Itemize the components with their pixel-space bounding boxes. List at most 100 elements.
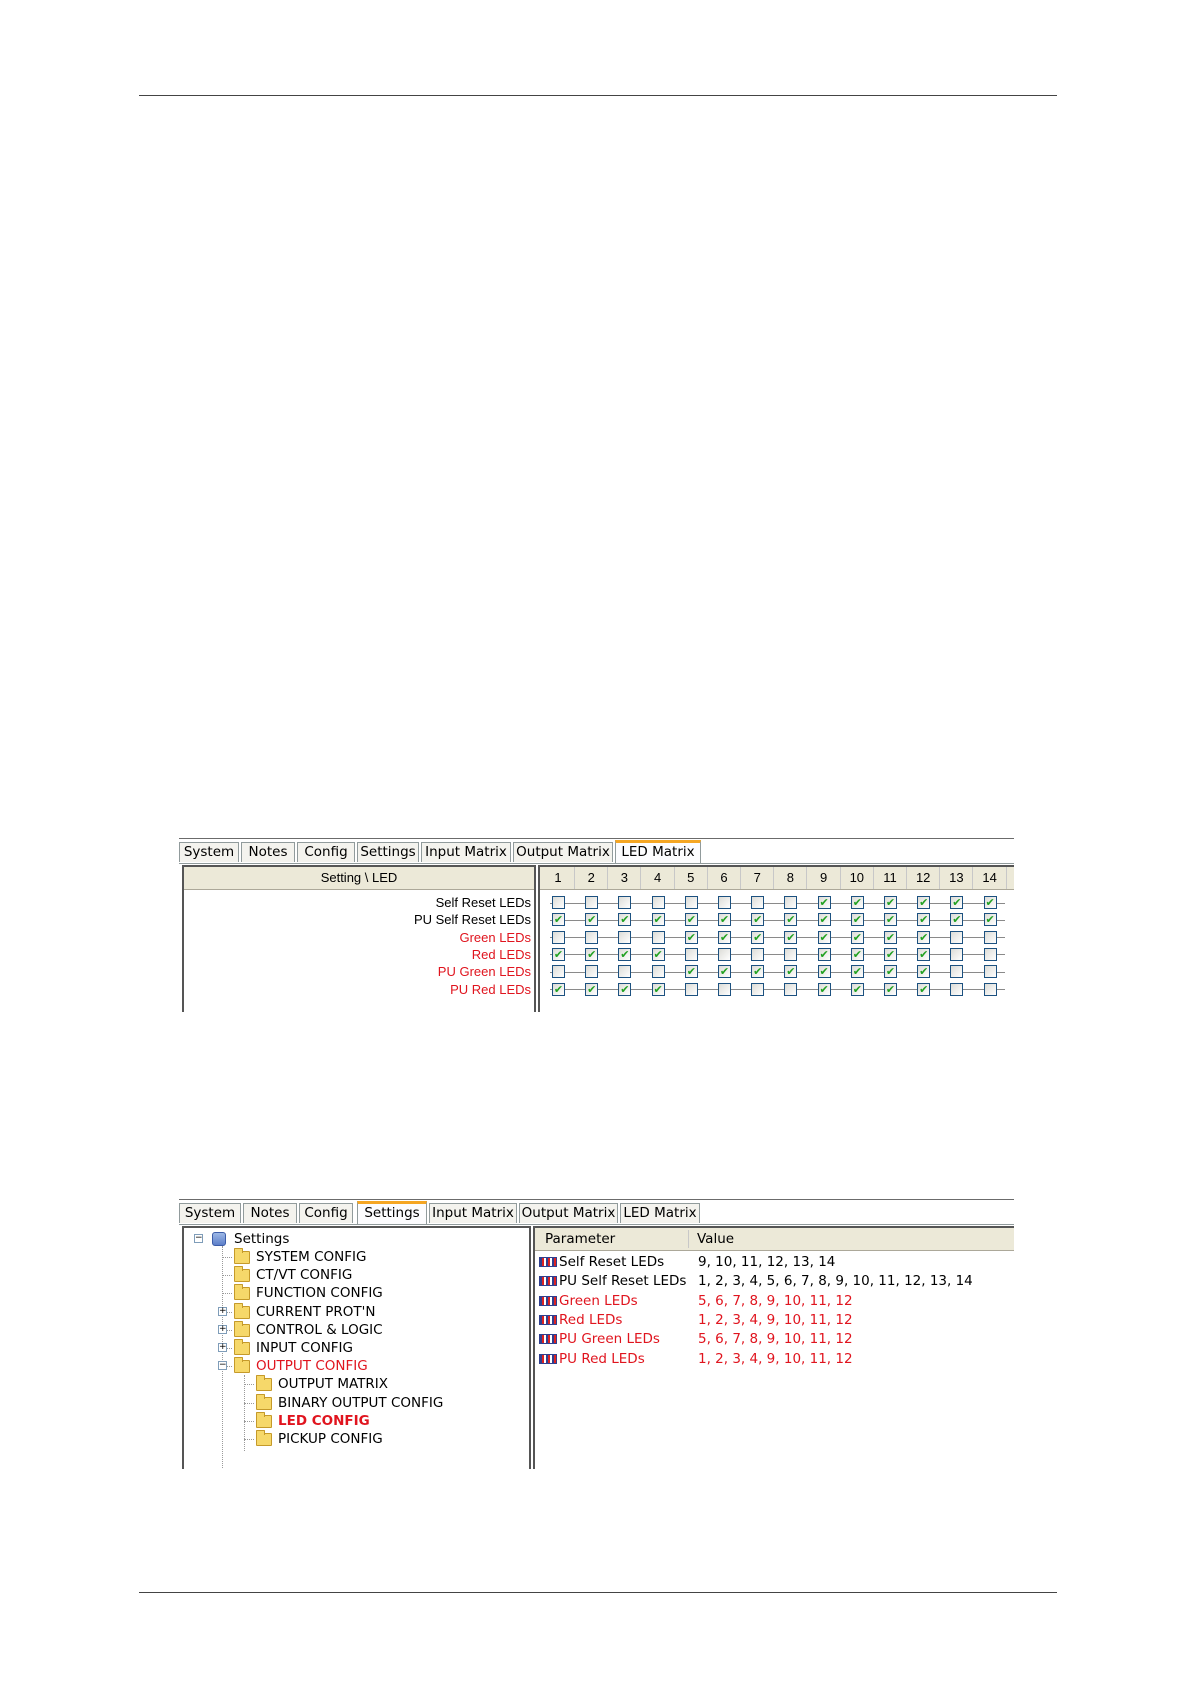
tree-item-function-config[interactable]: FUNCTION CONFIG [184,1284,524,1302]
led-checkbox[interactable]: ✔ [718,965,731,979]
led-checkbox[interactable] [718,947,731,961]
param-row-pu-green-leds[interactable]: PU Green LEDs 5, 6, 7, 8, 9, 10, 11, 12 [535,1329,1014,1349]
led-checkbox[interactable]: ✔ [983,896,997,909]
led-checkbox[interactable]: ✔ [585,982,599,996]
tree-item-output-matrix[interactable]: OUTPUT MATRIX [184,1375,524,1393]
led-checkbox[interactable] [618,930,632,944]
column-header-led-2[interactable]: 2 [575,867,609,889]
tree-item-system-config[interactable]: SYSTEM CONFIG [184,1248,524,1266]
led-checkbox[interactable] [651,965,665,979]
column-header-led-13[interactable]: 13 [940,867,974,889]
led-checkbox[interactable]: ✔ [817,982,831,996]
led-checkbox[interactable]: ✔ [850,947,864,961]
tab-input-matrix[interactable]: Input Matrix [421,842,511,862]
led-checkbox[interactable]: ✔ [884,947,897,961]
led-checkbox[interactable]: ✔ [850,982,864,996]
param-row-pu-red-leds[interactable]: PU Red LEDs 1, 2, 3, 4, 9, 10, 11, 12 [535,1349,1014,1369]
led-checkbox[interactable]: ✔ [751,913,765,927]
led-checkbox[interactable]: ✔ [784,965,798,979]
tab-notes[interactable]: Notes [241,842,295,862]
tab-system[interactable]: System [179,1203,241,1223]
tab-system[interactable]: System [179,842,239,862]
led-checkbox[interactable]: ✔ [651,947,665,961]
param-row-red-leds[interactable]: Red LEDs 1, 2, 3, 4, 9, 10, 11, 12 [535,1310,1014,1330]
led-checkbox[interactable] [751,896,765,909]
param-row-pu-self-reset-leds[interactable]: PU Self Reset LEDs 1, 2, 3, 4, 5, 6, 7, 8… [535,1271,1014,1291]
led-checkbox[interactable]: ✔ [917,896,931,909]
tree-item-binary-output-config[interactable]: BINARY OUTPUT CONFIG [184,1393,524,1412]
led-checkbox[interactable]: ✔ [718,930,731,944]
led-checkbox[interactable] [784,896,798,909]
tab-output-matrix[interactable]: Output Matrix [519,1203,618,1223]
led-checkbox[interactable]: ✔ [817,930,831,944]
tree-item-output-config[interactable]: − OUTPUT CONFIG [184,1357,524,1375]
led-checkbox[interactable]: ✔ [884,930,897,944]
column-header-led-11[interactable]: 11 [874,867,907,889]
led-checkbox[interactable]: ✔ [684,930,698,944]
tab-led-matrix[interactable]: LED Matrix [620,1203,700,1223]
led-checkbox[interactable] [651,896,665,909]
led-checkbox[interactable]: ✔ [784,930,798,944]
tab-config[interactable]: Config [299,1203,353,1223]
led-checkbox[interactable]: ✔ [817,896,831,909]
tree-item-ct-vt-config[interactable]: CT/VT CONFIG [184,1266,524,1284]
column-header-led-10[interactable]: 10 [841,867,874,889]
column-header-led-5[interactable]: 5 [675,867,708,889]
led-checkbox[interactable]: ✔ [850,930,864,944]
led-checkbox[interactable]: ✔ [917,982,931,996]
param-row-green-leds[interactable]: Green LEDs 5, 6, 7, 8, 9, 10, 11, 12 [535,1291,1014,1311]
led-checkbox[interactable] [552,896,565,909]
led-checkbox[interactable]: ✔ [718,913,731,927]
column-header-led-3[interactable]: 3 [608,867,642,889]
led-checkbox[interactable]: ✔ [950,913,964,927]
led-checkbox[interactable]: ✔ [585,913,599,927]
tree-item-led-config[interactable]: LED CONFIG [184,1411,524,1430]
column-header-led-6[interactable]: 6 [708,867,741,889]
led-checkbox[interactable] [618,896,632,909]
led-checkbox[interactable]: ✔ [884,965,897,979]
led-checkbox[interactable] [585,965,599,979]
led-checkbox[interactable]: ✔ [552,913,565,927]
collapse-icon[interactable]: − [218,1361,227,1371]
led-checkbox[interactable] [684,896,698,909]
led-checkbox[interactable] [718,982,731,996]
led-checkbox[interactable] [684,947,698,961]
led-checkbox[interactable]: ✔ [850,913,864,927]
led-checkbox[interactable] [751,947,765,961]
column-header-led-4[interactable]: 4 [642,867,675,889]
expand-icon[interactable]: + [218,1343,227,1352]
column-header-led-14[interactable]: 14 [974,867,1007,889]
led-checkbox[interactable] [784,982,798,996]
expand-icon[interactable]: + [218,1324,227,1334]
led-checkbox[interactable] [751,982,765,996]
led-checkbox[interactable] [983,982,997,996]
led-checkbox[interactable] [651,930,665,944]
led-checkbox[interactable]: ✔ [618,913,632,927]
collapse-icon[interactable]: − [194,1234,203,1243]
led-checkbox[interactable]: ✔ [751,965,765,979]
column-divider[interactable] [688,1230,689,1248]
led-checkbox[interactable] [983,965,997,979]
tree-item-control-logic[interactable]: + CONTROL & LOGIC [184,1320,524,1339]
led-checkbox[interactable]: ✔ [950,896,964,909]
led-checkbox[interactable] [552,965,565,979]
led-checkbox[interactable]: ✔ [983,913,997,927]
column-header-value[interactable]: Value [697,1228,734,1250]
column-header-led-7[interactable]: 7 [741,867,775,889]
led-checkbox[interactable] [950,965,964,979]
led-checkbox[interactable]: ✔ [884,896,897,909]
led-checkbox[interactable] [983,947,997,961]
column-header-parameter[interactable]: Parameter [545,1228,615,1250]
tree-root-settings[interactable]: − Settings [184,1230,504,1248]
column-header-led-12[interactable]: 12 [907,867,941,889]
led-checkbox[interactable]: ✔ [684,965,698,979]
led-checkbox[interactable] [585,930,599,944]
led-checkbox[interactable]: ✔ [751,930,765,944]
led-checkbox[interactable]: ✔ [817,965,831,979]
led-checkbox[interactable]: ✔ [850,965,864,979]
led-checkbox[interactable]: ✔ [552,982,565,996]
expand-icon[interactable]: + [218,1306,227,1316]
tree-item-input-config[interactable]: + INPUT CONFIG [184,1339,524,1357]
led-checkbox[interactable]: ✔ [684,913,698,927]
led-checkbox[interactable]: ✔ [917,930,931,944]
